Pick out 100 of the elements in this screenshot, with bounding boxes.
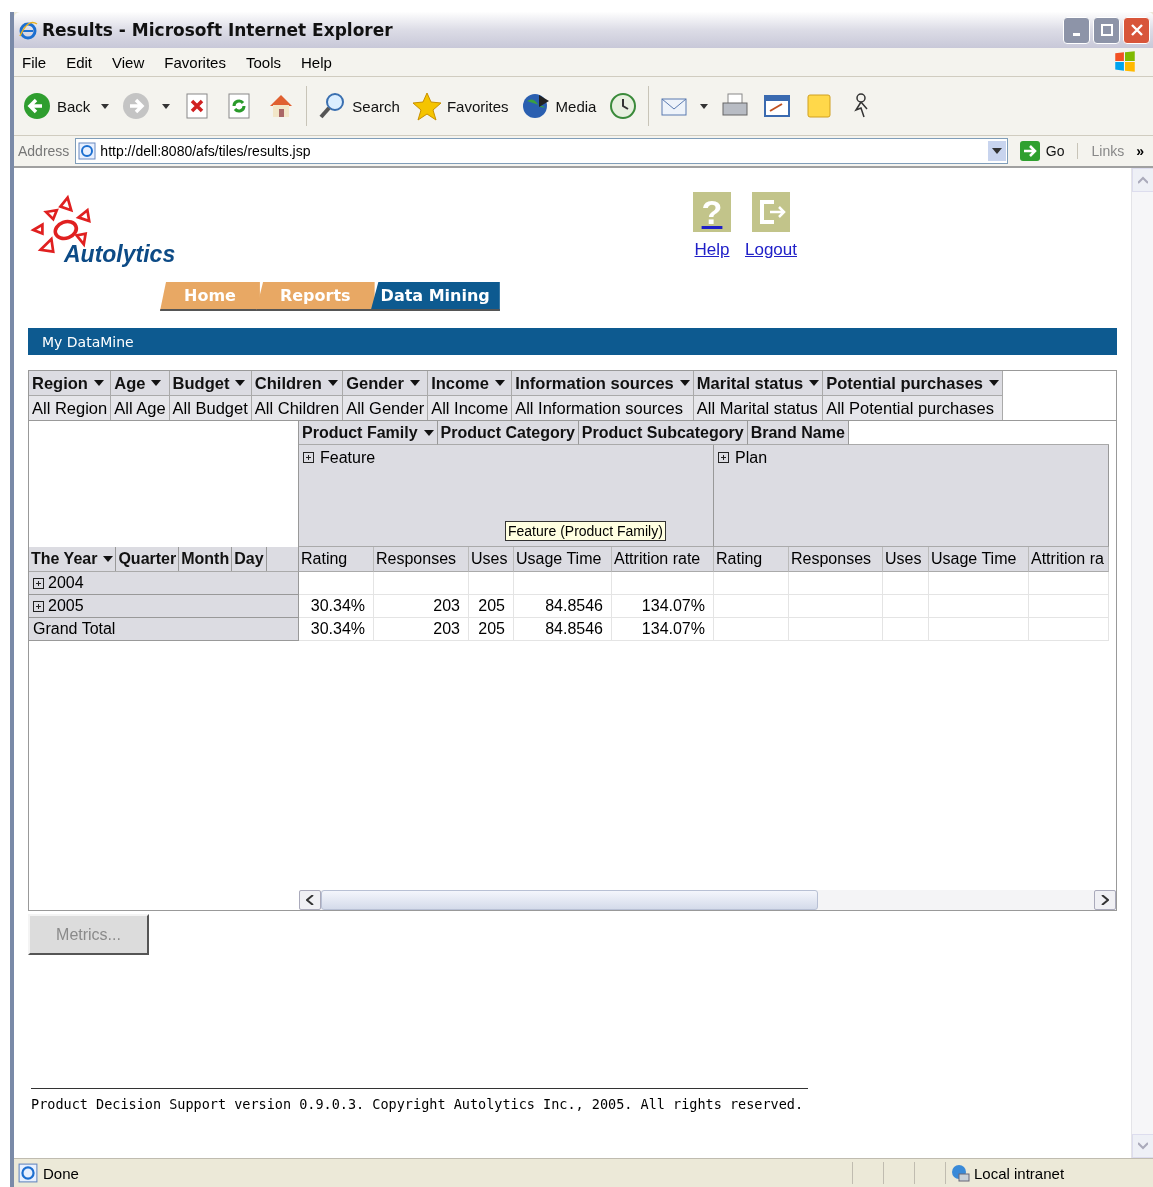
more-links-button[interactable]: » — [1130, 143, 1150, 159]
measure-header: Uses — [883, 547, 929, 572]
filter-field-button[interactable]: Marital status — [693, 371, 824, 395]
filter-value: All Age — [111, 395, 170, 420]
back-button[interactable]: Back — [20, 89, 112, 123]
expand-icon[interactable] — [718, 452, 729, 463]
row-header[interactable]: 2004 — [29, 572, 299, 595]
caret-icon — [327, 380, 338, 386]
row-field-button[interactable]: Day — [232, 547, 267, 571]
scroll-right-button[interactable] — [1094, 890, 1116, 910]
table-cell: 84.8546 — [514, 595, 612, 618]
menu-item[interactable]: View — [112, 53, 145, 71]
measure-header: Uses — [469, 547, 514, 572]
go-button[interactable]: Go — [1013, 141, 1071, 161]
nav-tab[interactable]: Data Mining — [370, 282, 500, 311]
caret-icon — [991, 148, 1002, 154]
column-field-button[interactable]: Product Family — [299, 421, 438, 445]
browser-logo-icon — [18, 20, 38, 40]
window-title: Results - Microsoft Internet Explorer — [42, 20, 394, 40]
measure-header: Rating — [299, 547, 374, 572]
caret-icon — [494, 380, 505, 386]
menu-item[interactable]: Edit — [66, 53, 93, 71]
help-link[interactable]: ? Help — [693, 192, 731, 260]
filter-value: All Children — [251, 395, 344, 420]
filter-field-button[interactable]: Region — [29, 371, 112, 395]
caret-icon — [809, 380, 820, 386]
expand-icon[interactable] — [33, 577, 44, 589]
caret-icon — [409, 380, 420, 386]
row-field-button[interactable]: The Year — [29, 547, 117, 571]
logout-link[interactable]: Logout — [745, 192, 797, 260]
chevron-left-icon — [306, 895, 314, 905]
column-group-header[interactable]: Plan — [714, 445, 1109, 547]
menu-item[interactable]: File — [22, 53, 47, 71]
chevron-right-icon — [1101, 895, 1109, 905]
filter-value: All Region — [29, 395, 112, 420]
measure-header: Usage Time — [929, 547, 1029, 572]
expand-icon[interactable] — [303, 452, 314, 463]
filter-value: All Information sources — [512, 395, 694, 420]
address-dropdown-button[interactable] — [987, 141, 1006, 161]
filter-value: All Budget — [169, 395, 252, 420]
measure-header: Responses — [374, 547, 469, 572]
favorites-button[interactable]: Favorites — [409, 89, 511, 123]
table-cell: 30.34% — [299, 618, 374, 641]
column-field-button[interactable]: Product Subcategory — [578, 421, 748, 445]
caret-icon — [989, 380, 999, 386]
media-button[interactable]: Media — [518, 89, 599, 123]
table-cell: 203 — [374, 595, 469, 618]
row-header[interactable]: 2005 — [29, 595, 299, 618]
chevron-down-icon — [1138, 1142, 1148, 1150]
filter-field-button[interactable]: Income — [428, 371, 513, 395]
table-cell — [469, 572, 514, 595]
horizontal-scrollbar[interactable] — [299, 890, 1116, 910]
column-field-button[interactable]: Brand Name — [747, 421, 849, 445]
table-cell: 205 — [469, 618, 514, 641]
row-header[interactable]: Grand Total — [29, 618, 299, 641]
table-cell: 134.07% — [612, 618, 714, 641]
network-globe-icon — [950, 1163, 970, 1183]
column-field-button[interactable]: Product Category — [437, 421, 579, 445]
star-icon — [411, 91, 442, 121]
menu-item[interactable]: Tools — [245, 53, 281, 71]
minimize-button[interactable] — [1063, 16, 1090, 44]
filter-field-button[interactable]: Potential purchases — [823, 371, 1003, 395]
scroll-thumb[interactable] — [321, 890, 818, 910]
minimize-icon — [1073, 32, 1080, 36]
row-field-button[interactable]: Month — [179, 547, 233, 571]
security-zone-text: Local intranet — [974, 1164, 1065, 1182]
scroll-left-button[interactable] — [299, 890, 321, 910]
filter-field-button[interactable]: Children — [251, 371, 344, 395]
maximize-button[interactable] — [1093, 16, 1120, 44]
address-field[interactable]: http://dell:8080/afs/tiles/results.jsp — [75, 138, 1008, 164]
measure-header: Attrition ra — [1029, 547, 1109, 572]
filter-field-button[interactable]: Age — [111, 371, 170, 395]
filter-field-button[interactable]: Gender — [343, 371, 429, 395]
chevron-up-icon — [1138, 176, 1148, 184]
caret-icon — [679, 380, 690, 386]
tooltip: Feature (Product Family) — [505, 521, 666, 541]
table-cell — [883, 595, 929, 618]
table-cell: 84.8546 — [514, 618, 612, 641]
filter-value: All Marital status — [693, 395, 824, 420]
globe-icon — [520, 91, 551, 121]
go-arrow-icon — [1019, 141, 1040, 161]
measure-header: Usage Time — [514, 547, 612, 572]
windows-flag-icon — [1112, 49, 1138, 75]
table-cell — [883, 618, 929, 641]
filter-field-button[interactable]: Information sources — [512, 371, 694, 395]
menu-item[interactable]: Favorites — [164, 53, 226, 71]
filter-field-button[interactable]: Budget — [169, 371, 252, 395]
caret-icon — [151, 380, 162, 386]
table-cell — [883, 572, 929, 595]
row-field-button[interactable]: Quarter — [116, 547, 180, 571]
brand-name: Autolytics — [64, 241, 176, 268]
table-cell: 134.07% — [612, 595, 714, 618]
caret-icon — [162, 103, 171, 109]
search-button[interactable]: Search — [315, 89, 402, 123]
page-icon — [18, 1163, 38, 1183]
expand-icon[interactable] — [33, 600, 44, 612]
close-button[interactable] — [1123, 16, 1150, 44]
caret-icon — [93, 380, 104, 386]
menu-item[interactable]: Help — [301, 53, 332, 71]
filter-value: All Income — [428, 395, 513, 420]
